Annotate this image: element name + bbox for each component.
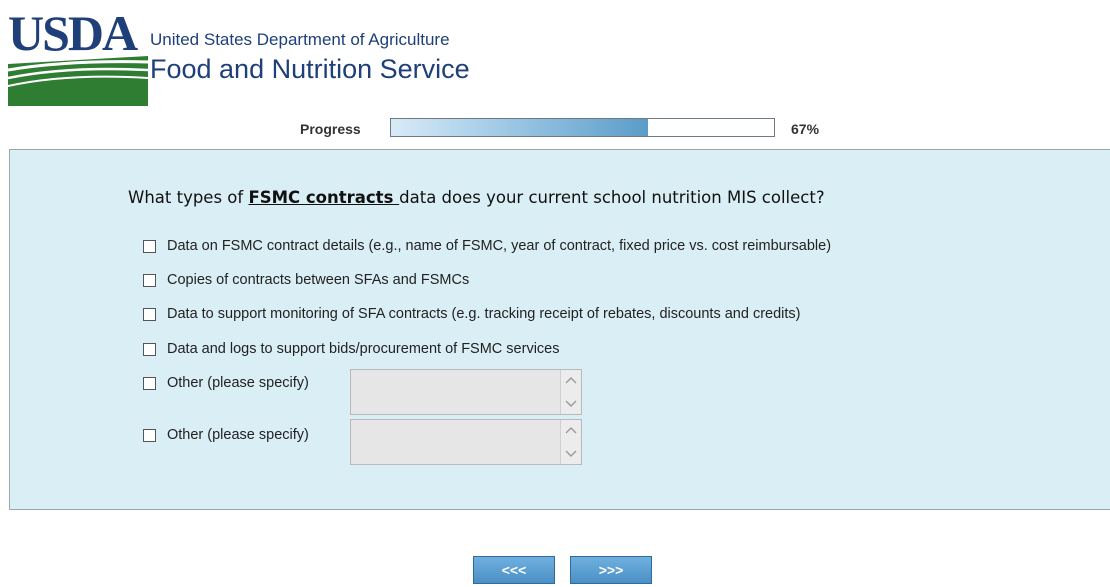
progress-label: Progress — [300, 121, 361, 137]
checkbox[interactable] — [143, 376, 156, 390]
option-other-1[interactable]: Other (please specify) — [143, 375, 309, 391]
checkbox[interactable] — [143, 428, 156, 442]
checkbox[interactable] — [143, 273, 156, 287]
option-fsmc-contract-details[interactable]: Data on FSMC contract details (e.g., nam… — [143, 238, 831, 254]
scroll-up-icon[interactable] — [565, 376, 577, 384]
option-other-2[interactable]: Other (please specify) — [143, 427, 309, 443]
agency-service: Food and Nutrition Service — [150, 54, 470, 84]
question-suffix: data does your current school nutrition … — [399, 188, 825, 207]
question-keyword: FSMC contracts — [248, 188, 400, 207]
option-label: Data on FSMC contract details (e.g., nam… — [167, 238, 832, 254]
scrollbar[interactable] — [560, 420, 581, 464]
usda-logo: USDA — [8, 8, 148, 106]
question-text: What types of FSMC contracts data does y… — [128, 188, 825, 207]
scroll-down-icon[interactable] — [565, 450, 577, 458]
next-button[interactable]: >>> — [570, 556, 652, 584]
option-label: Other (please specify) — [167, 427, 309, 443]
other-specify-input-1[interactable] — [350, 369, 582, 415]
option-contract-copies[interactable]: Copies of contracts between SFAs and FSM… — [143, 272, 469, 288]
option-monitoring-sfa-contracts[interactable]: Data to support monitoring of SFA contra… — [143, 306, 800, 322]
checkbox[interactable] — [143, 239, 156, 253]
progress-bar — [390, 118, 775, 137]
option-bids-procurement[interactable]: Data and logs to support bids/procuremen… — [143, 341, 559, 357]
agency-department: United States Department of Agriculture — [150, 30, 450, 49]
checkbox[interactable] — [143, 342, 156, 356]
other-specify-input-2[interactable] — [350, 419, 582, 465]
question-prefix: What types of — [128, 188, 249, 207]
progress-fill — [391, 119, 648, 136]
back-button[interactable]: <<< — [473, 556, 555, 584]
option-label: Copies of contracts between SFAs and FSM… — [167, 272, 470, 288]
option-label: Data to support monitoring of SFA contra… — [167, 306, 801, 322]
scrollbar[interactable] — [560, 370, 581, 414]
scroll-up-icon[interactable] — [565, 426, 577, 434]
option-label: Data and logs to support bids/procuremen… — [167, 341, 560, 357]
logo-text: USDA — [8, 8, 138, 61]
scroll-down-icon[interactable] — [565, 400, 577, 408]
progress-percent: 67% — [791, 121, 820, 137]
checkbox[interactable] — [143, 307, 156, 321]
option-label: Other (please specify) — [167, 375, 309, 391]
